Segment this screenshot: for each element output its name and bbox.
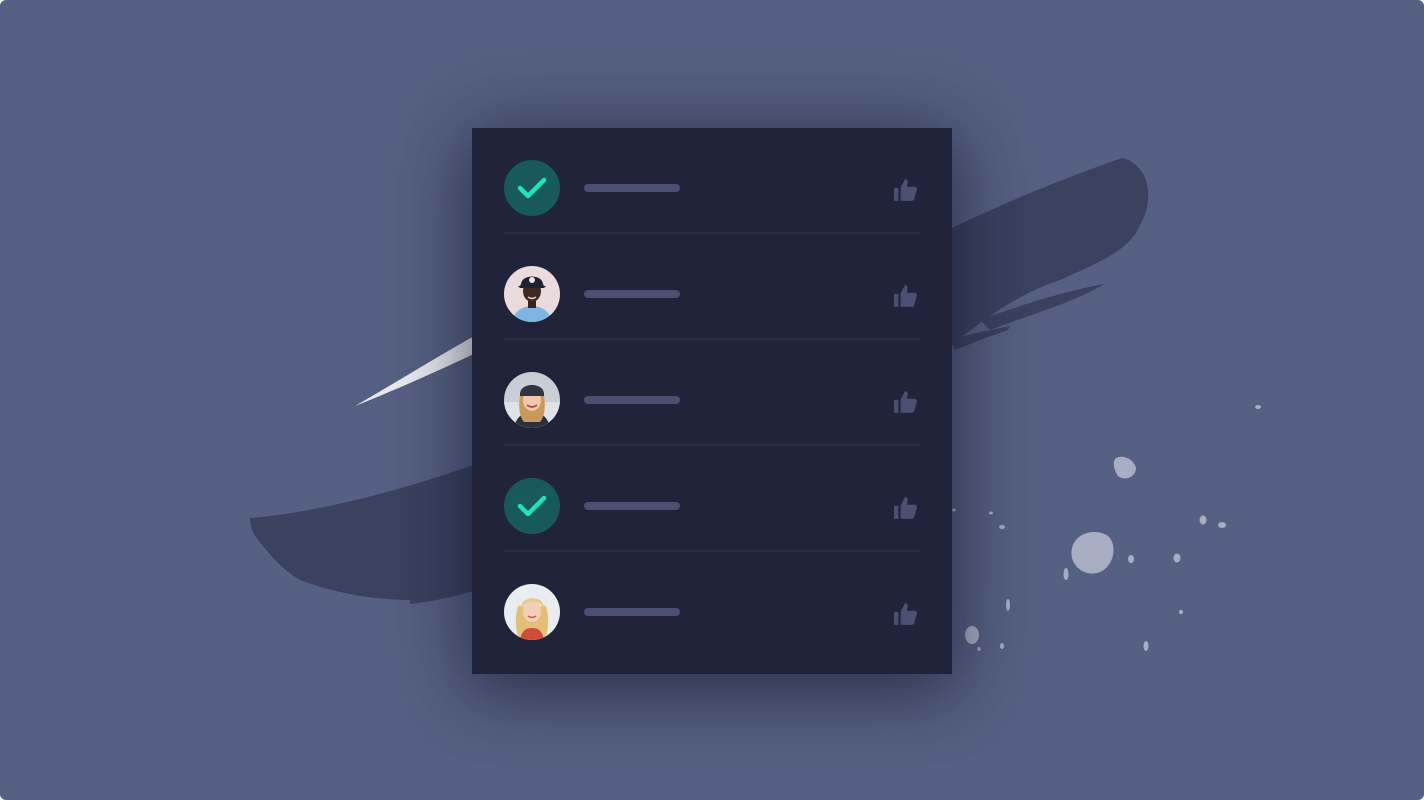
thumbs-up-icon bbox=[894, 391, 917, 413]
list-item[interactable] bbox=[504, 552, 920, 658]
name-placeholder-line bbox=[584, 290, 680, 298]
name-placeholder-line bbox=[584, 396, 680, 404]
light-sliver bbox=[355, 334, 478, 406]
list-item[interactable] bbox=[504, 446, 920, 552]
like-button[interactable] bbox=[892, 176, 920, 204]
check-icon bbox=[517, 177, 547, 199]
like-button[interactable] bbox=[892, 282, 920, 310]
name-placeholder-line bbox=[584, 608, 680, 616]
paint-splatter bbox=[952, 405, 1261, 651]
illustration-stage bbox=[0, 0, 1424, 800]
like-button[interactable] bbox=[892, 388, 920, 416]
thumbs-up-icon bbox=[894, 285, 917, 307]
thumbs-up-icon bbox=[894, 179, 917, 201]
avatar-woman-beanie bbox=[504, 372, 560, 428]
list-item[interactable] bbox=[504, 340, 920, 446]
check-avatar bbox=[504, 160, 560, 216]
like-button[interactable] bbox=[892, 494, 920, 522]
name-placeholder-line bbox=[584, 184, 680, 192]
like-button[interactable] bbox=[892, 600, 920, 628]
check-icon bbox=[517, 495, 547, 517]
user-list-panel bbox=[472, 128, 952, 674]
avatar-man-cap bbox=[504, 266, 560, 322]
thumbs-up-icon bbox=[894, 497, 917, 519]
avatar-woman-blonde bbox=[504, 584, 560, 640]
name-placeholder-line bbox=[584, 502, 680, 510]
list-item[interactable] bbox=[504, 234, 920, 340]
list-item[interactable] bbox=[504, 128, 920, 234]
check-avatar bbox=[504, 478, 560, 534]
thumbs-up-icon bbox=[894, 603, 917, 625]
